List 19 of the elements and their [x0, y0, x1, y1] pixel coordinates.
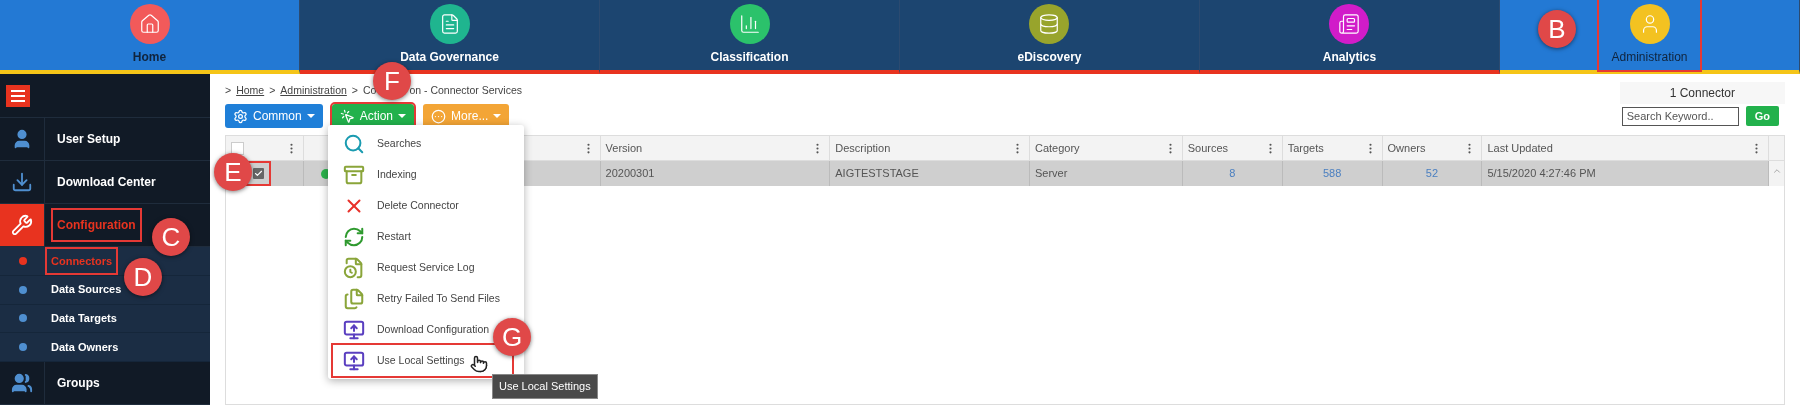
breadcrumb-separator: >: [225, 83, 232, 98]
breadcrumb-separator: >: [351, 83, 358, 98]
sidebar-label: User Setup: [56, 131, 122, 148]
sidebar-label: Download Center: [56, 174, 157, 192]
sidebar-sublabel: Data Targets: [50, 311, 118, 327]
breadcrumb-separator: >: [269, 83, 276, 98]
tooltip: Use Local Settings: [492, 374, 598, 399]
breadcrumb-current: on - Connector Services: [409, 83, 523, 98]
sidebar-sublabel: Connectors: [47, 248, 117, 274]
sidebar-label: Configuration: [53, 210, 140, 241]
table-cell-text: Server: [1034, 166, 1068, 182]
table-cell-text: 5/15/2020 4:27:46 PM: [1487, 166, 1596, 182]
table-cell-text: AIGTESTSTAGE: [835, 166, 919, 182]
sidebar-sublabel: Data Owners: [50, 339, 120, 355]
step-callout-tooltip: E: [214, 153, 252, 191]
connector-count: 1 Connector: [1619, 82, 1785, 104]
table-cell-text: 20200301: [605, 166, 655, 182]
sidebar-sublabel: Data Sources: [50, 282, 123, 298]
sidebar-label: Groups: [56, 374, 101, 392]
